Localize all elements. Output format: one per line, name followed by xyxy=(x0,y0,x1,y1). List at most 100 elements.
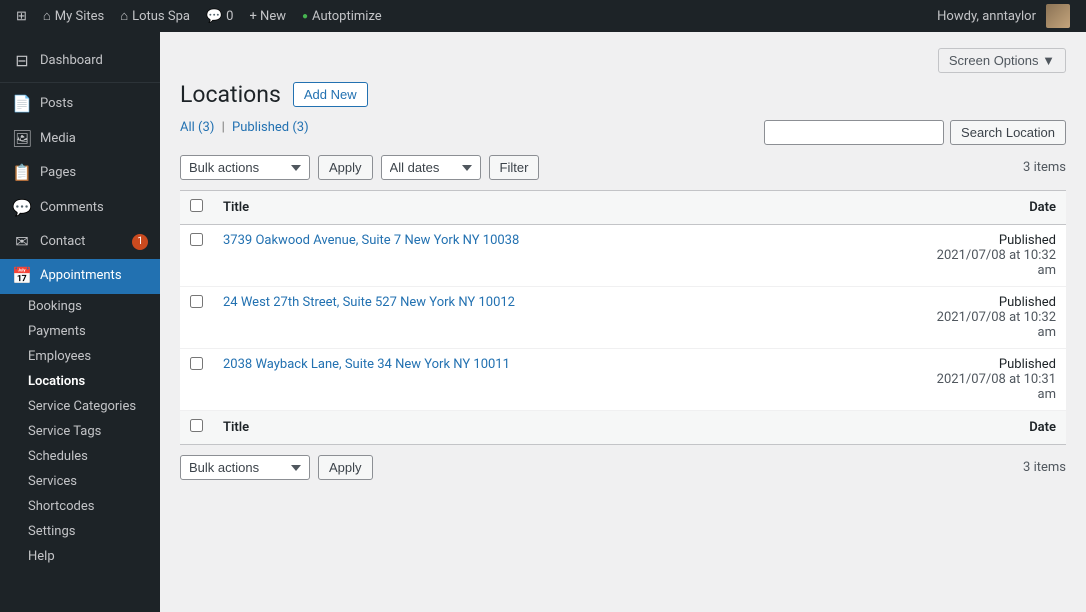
sidebar-item-media[interactable]: 🖼 Media xyxy=(0,122,160,156)
filter-all-label: All xyxy=(180,120,195,135)
submenu-service-tags[interactable]: Service Tags xyxy=(0,419,160,444)
submenu-settings[interactable]: Settings xyxy=(0,519,160,544)
submenu-schedules[interactable]: Schedules xyxy=(0,444,160,469)
sidebar-item-dashboard[interactable]: ⊟ Dashboard xyxy=(0,44,160,78)
apply-label-top: Apply xyxy=(329,160,362,175)
search-input[interactable] xyxy=(764,120,944,145)
submenu-bookings[interactable]: Bookings xyxy=(0,294,160,319)
submenu-payments-label: Payments xyxy=(28,324,86,339)
select-all-checkbox-bottom[interactable] xyxy=(190,419,203,432)
row-checkbox-cell xyxy=(180,287,213,349)
filter-all-count: 3 xyxy=(203,120,210,135)
sort-date-link[interactable]: Date xyxy=(1029,200,1056,215)
posts-icon: 📄 xyxy=(12,93,32,115)
sidebar-item-contact[interactable]: ✉ Contact 1 xyxy=(0,225,160,259)
user-greeting[interactable]: Howdy, anntaylor xyxy=(929,0,1078,32)
submenu-locations[interactable]: Locations xyxy=(0,369,160,394)
my-sites-link[interactable]: ⌂ My Sites xyxy=(35,0,112,32)
sidebar-dashboard-label: Dashboard xyxy=(40,52,103,70)
row-title-link-0[interactable]: 3739 Oakwood Avenue, Suite 7 New York NY… xyxy=(223,233,519,248)
home-icon: ⌂ xyxy=(120,8,128,24)
sidebar-item-appointments[interactable]: 📅 Appointments xyxy=(0,259,160,293)
sidebar-media-label: Media xyxy=(40,130,76,148)
dates-filter-select[interactable]: All dates xyxy=(381,155,481,180)
filter-links: All (3) | Published (3) xyxy=(180,120,309,135)
row-title-cell: 2038 Wayback Lane, Suite 34 New York NY … xyxy=(213,349,906,411)
filter-button[interactable]: Filter xyxy=(489,155,540,180)
items-count-top: 3 items xyxy=(1023,160,1066,175)
search-location-button[interactable]: Search Location xyxy=(950,120,1066,145)
wp-logo[interactable]: ⊞ xyxy=(8,0,35,32)
submenu-payments[interactable]: Payments xyxy=(0,319,160,344)
avatar xyxy=(1046,4,1070,28)
apply-label-bottom: Apply xyxy=(329,460,362,475)
submenu-service-categories[interactable]: Service Categories xyxy=(0,394,160,419)
tfoot-date: Date xyxy=(906,411,1066,445)
dashboard-icon: ⊟ xyxy=(12,50,32,72)
filter-label: Filter xyxy=(500,160,529,175)
table-row: 24 West 27th Street, Suite 527 New York … xyxy=(180,287,1066,349)
sort-title-link[interactable]: Title xyxy=(223,200,249,215)
filter-all-link[interactable]: All (3) xyxy=(180,120,218,135)
row-checkbox-0[interactable] xyxy=(190,233,203,246)
tfoot-checkbox xyxy=(180,411,213,445)
filter-separator: | xyxy=(222,120,225,135)
page-header: Locations Add New xyxy=(180,81,1066,108)
row-status-2: Published xyxy=(999,357,1056,372)
screen-options-label: Screen Options xyxy=(949,53,1039,68)
tfoot-title-label: Title xyxy=(223,420,249,435)
contact-badge: 1 xyxy=(132,234,148,250)
submenu-services[interactable]: Services xyxy=(0,469,160,494)
top-toolbar: Bulk actions Apply All dates Filter 3 it… xyxy=(180,155,1066,180)
row-checkbox-1[interactable] xyxy=(190,295,203,308)
screen-options-button[interactable]: Screen Options ▼ xyxy=(938,48,1066,73)
items-count-bottom: 3 items xyxy=(1023,460,1066,475)
submenu-shortcodes-label: Shortcodes xyxy=(28,499,94,514)
apply-button-top[interactable]: Apply xyxy=(318,155,373,180)
row-checkbox-2[interactable] xyxy=(190,357,203,370)
submenu-employees[interactable]: Employees xyxy=(0,344,160,369)
row-status-1: Published xyxy=(999,295,1056,310)
site-name-link[interactable]: ⌂ Lotus Spa xyxy=(112,0,198,32)
apply-button-bottom[interactable]: Apply xyxy=(318,455,373,480)
contact-icon: ✉ xyxy=(12,231,32,253)
bottom-toolbar: Bulk actions Apply 3 items xyxy=(180,455,1066,480)
my-sites-label: My Sites xyxy=(55,9,104,24)
filter-published-count: 3 xyxy=(297,120,304,135)
autoptimize-link[interactable]: ● Autoptimize xyxy=(294,0,390,32)
row-title-link-1[interactable]: 24 West 27th Street, Suite 527 New York … xyxy=(223,295,515,310)
row-date-cell: Published 2021/07/08 at 10:32 am xyxy=(906,287,1066,349)
th-title: Title xyxy=(213,191,906,225)
submenu-schedules-label: Schedules xyxy=(28,449,88,464)
add-new-label: Add New xyxy=(304,87,357,102)
bulk-actions-select-bottom[interactable]: Bulk actions xyxy=(180,455,310,480)
submenu-help[interactable]: Help xyxy=(0,544,160,569)
comments-icon: 💬 xyxy=(12,197,32,219)
tfoot-date-label: Date xyxy=(1029,420,1056,435)
select-all-checkbox-top[interactable] xyxy=(190,199,203,212)
add-new-button[interactable]: Add New xyxy=(293,82,368,107)
submenu-settings-label: Settings xyxy=(28,524,75,539)
submenu-shortcodes[interactable]: Shortcodes xyxy=(0,494,160,519)
row-checkbox-cell xyxy=(180,225,213,287)
media-icon: 🖼 xyxy=(12,128,32,150)
th-checkbox xyxy=(180,191,213,225)
row-date-cell: Published 2021/07/08 at 10:32 am xyxy=(906,225,1066,287)
row-checkbox-cell xyxy=(180,349,213,411)
row-date-1: 2021/07/08 at 10:32 am xyxy=(937,310,1056,340)
appointments-icon: 📅 xyxy=(12,265,32,287)
row-title-link-2[interactable]: 2038 Wayback Lane, Suite 34 New York NY … xyxy=(223,357,510,372)
bulk-actions-select-top[interactable]: Bulk actions xyxy=(180,155,310,180)
pages-icon: 📋 xyxy=(12,162,32,184)
row-title-cell: 24 West 27th Street, Suite 527 New York … xyxy=(213,287,906,349)
sidebar-item-comments[interactable]: 💬 Comments xyxy=(0,191,160,225)
sidebar-item-pages[interactable]: 📋 Pages xyxy=(0,156,160,190)
comments-link[interactable]: 💬 0 xyxy=(198,0,242,32)
chevron-down-icon: ▼ xyxy=(1042,53,1055,68)
sidebar-item-posts[interactable]: 📄 Posts xyxy=(0,87,160,121)
filter-published-link[interactable]: Published (3) xyxy=(232,120,309,135)
filter-published-label: Published xyxy=(232,120,289,135)
new-label: + New xyxy=(249,9,286,24)
new-link[interactable]: + New xyxy=(241,0,294,32)
submenu-help-label: Help xyxy=(28,549,55,564)
